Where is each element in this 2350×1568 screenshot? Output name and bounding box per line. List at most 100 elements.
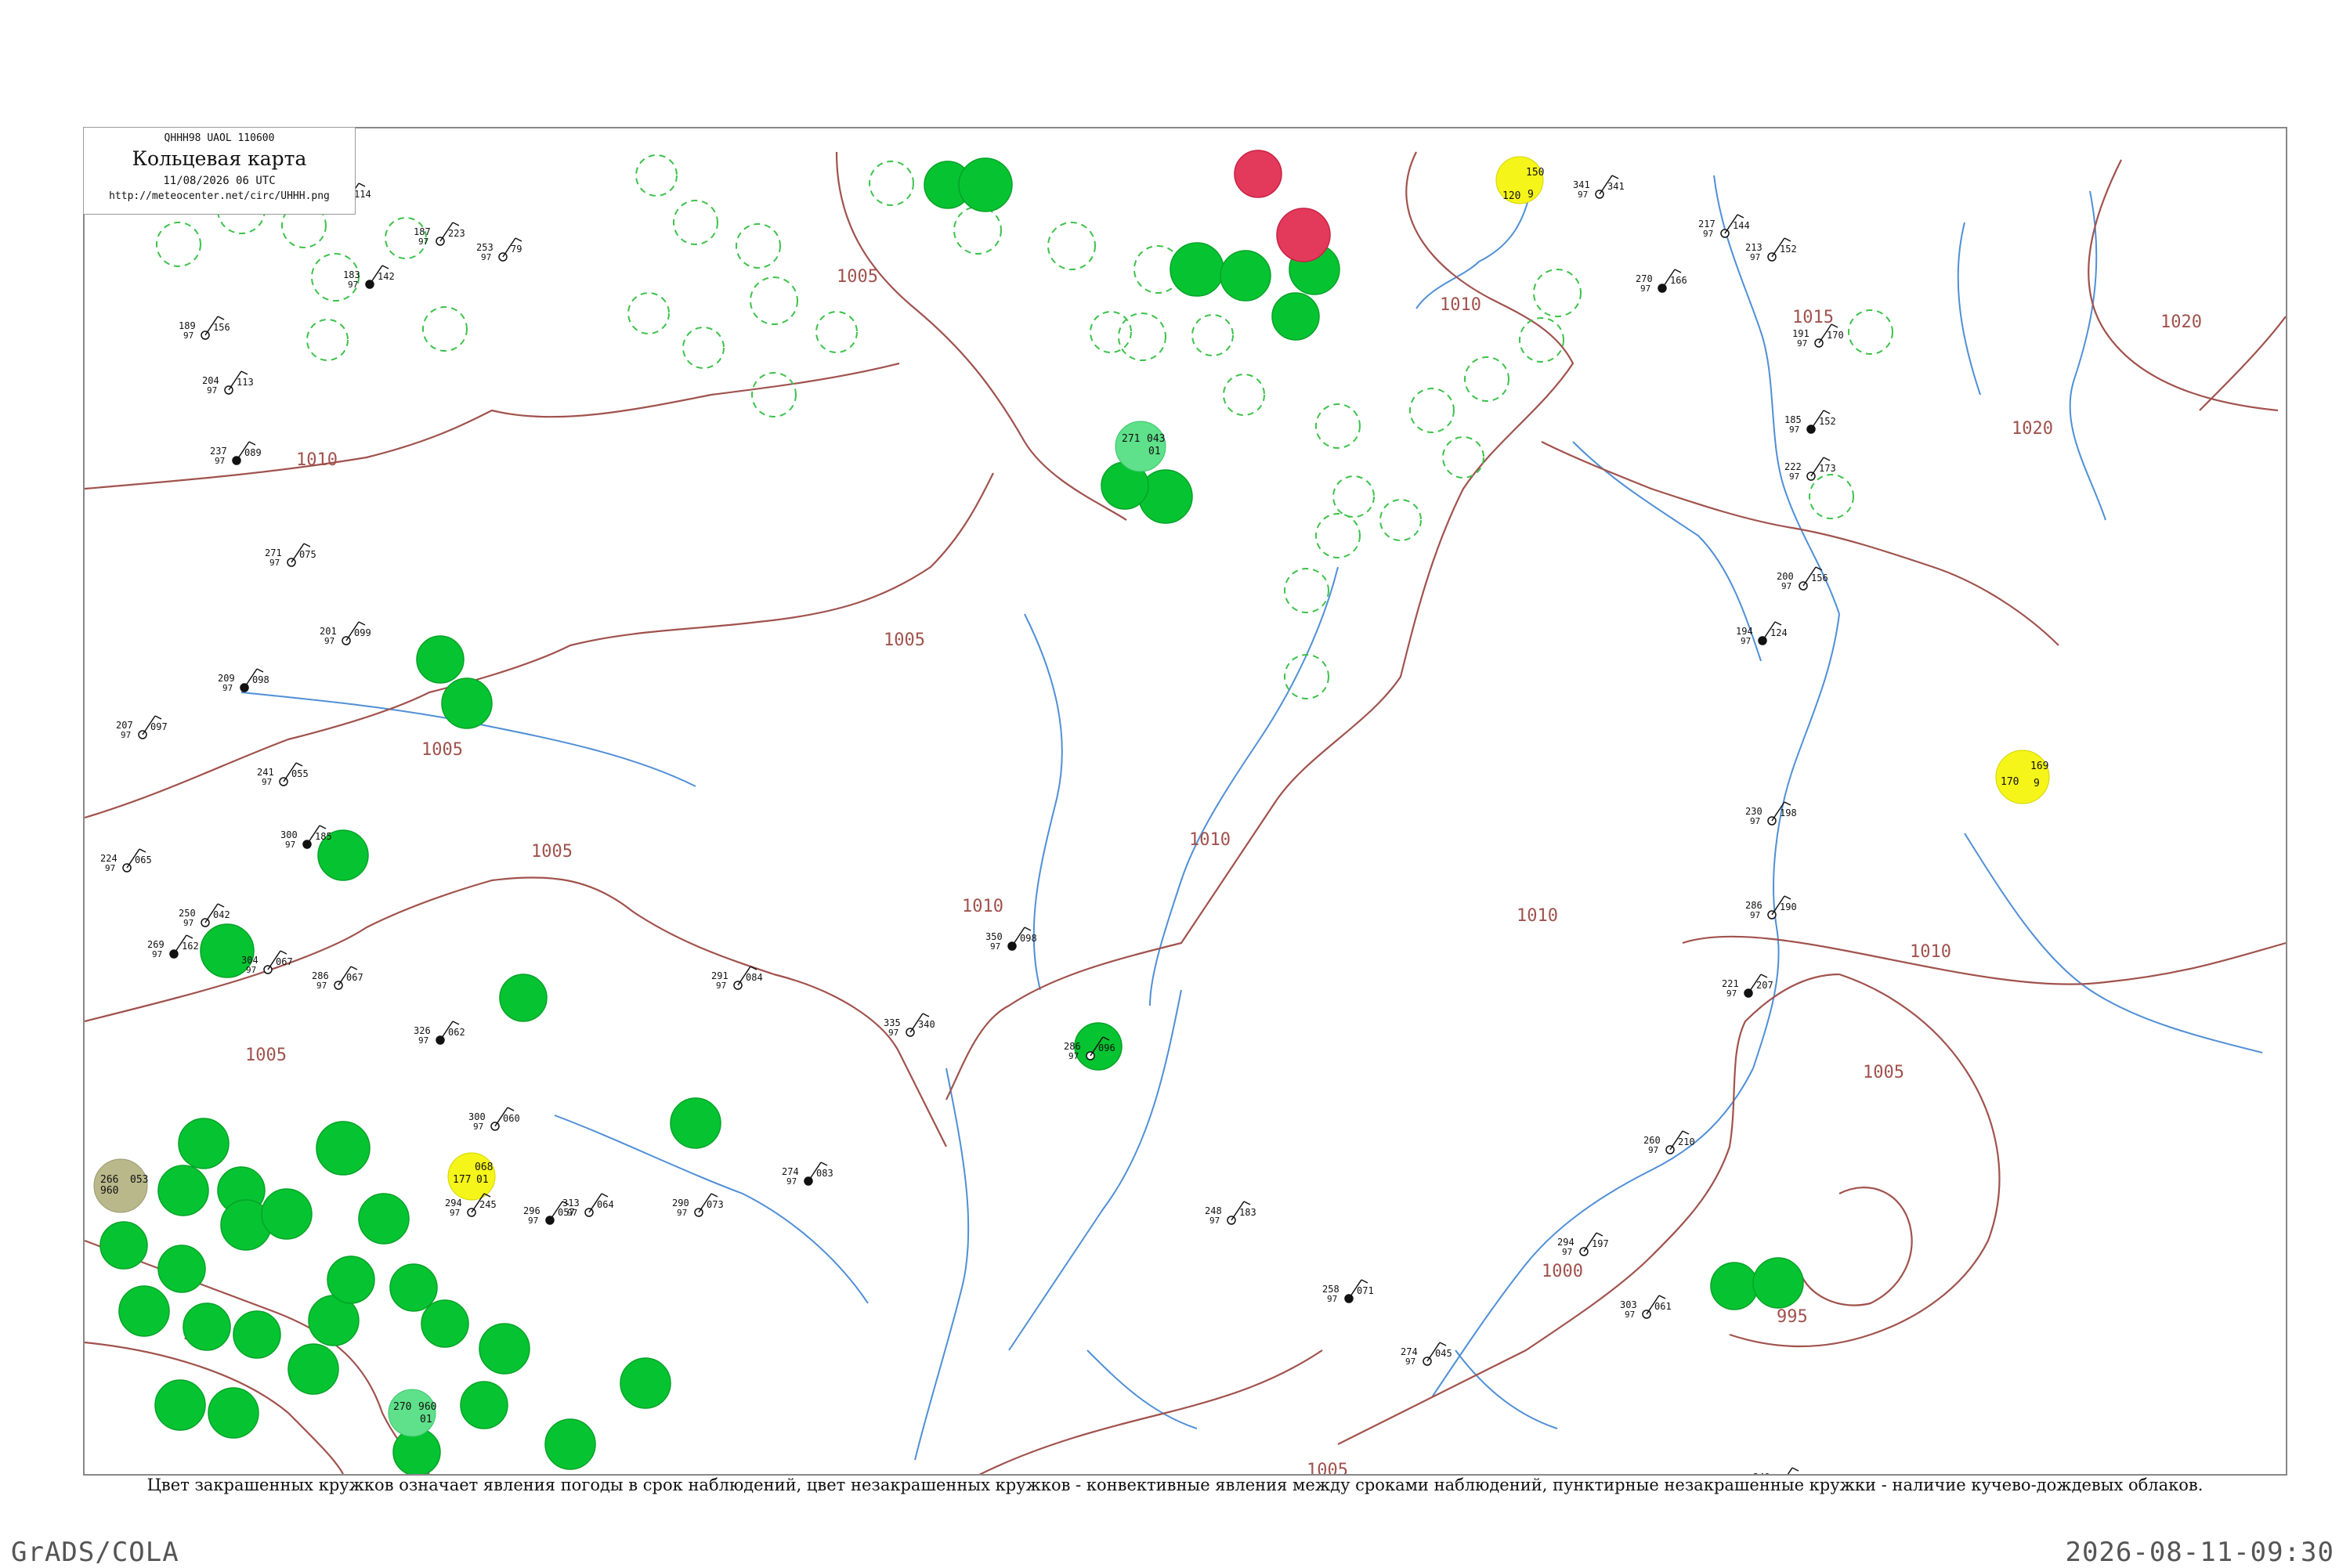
station-dewpoint: 97 [215, 456, 225, 466]
circle-press: 043 [1147, 433, 1165, 445]
station-model: 27097 166 [1636, 269, 1687, 294]
station-model: 22197 207 [1722, 974, 1773, 999]
station-dewpoint: 97 [207, 385, 217, 396]
station-pressure: 144 [1733, 220, 1750, 231]
station-model: 30097 060 [468, 1107, 520, 1132]
station-temp: 286 [312, 970, 329, 981]
isobar-label: 1010 [1189, 830, 1231, 850]
isobar-label: 1005 [421, 740, 463, 760]
station-dewpoint: 97 [348, 280, 358, 290]
wind-barb-feather [1784, 237, 1791, 242]
station-dewpoint: 97 [418, 237, 428, 247]
station-pressure: 341 [1607, 181, 1625, 192]
station-pressure: 245 [479, 1199, 497, 1210]
wind-barb-feather [154, 715, 162, 720]
station-model: 20497 113 [202, 370, 254, 396]
station-model: 28697 190 [1745, 895, 1797, 920]
station-pressure: 197 [1592, 1238, 1609, 1249]
station-model: 30497 067 [241, 950, 293, 975]
station-pressure: 170 [1827, 330, 1844, 341]
station-temp: 249 [1753, 1472, 1770, 1474]
circle-extra: 9 [1528, 189, 1534, 201]
station-temp: 185 [1784, 414, 1802, 425]
station-pressure: 166 [1670, 275, 1687, 286]
station-model: 18997 156 [179, 316, 230, 341]
isobar-label: 1020 [2012, 419, 2053, 439]
station-pressure: 096 [1098, 1042, 1115, 1053]
special-circle: 170 169 9 [1995, 750, 2050, 804]
station-dewpoint: 97 [1625, 1310, 1635, 1320]
isobar-label: 995 [1777, 1307, 1808, 1327]
station-temp: 296 [523, 1205, 540, 1216]
station-model: 29097 073 [672, 1193, 724, 1218]
wind-barb-feather [1024, 927, 1032, 931]
wind-barb-feather [256, 668, 264, 673]
wind-barb-feather [186, 934, 193, 939]
station-model: 20997 098 [218, 668, 269, 693]
wind-barb-feather [1774, 621, 1782, 626]
wind-barb-feather [452, 1021, 460, 1025]
isobar-label: 1010 [296, 450, 338, 470]
station-dewpoint: 97 [1789, 471, 1799, 482]
station-temp: 230 [1745, 806, 1762, 817]
wind-barb-feather [1243, 1201, 1251, 1205]
circle-temp: 170 [2001, 776, 2019, 788]
circle-extra: 9 [2034, 778, 2040, 789]
wind-barb-feather [1823, 410, 1831, 414]
map-frame: 1005 1010 1005 1005 1005 1005 1010 1010 … [83, 127, 2287, 1476]
station-model: 25897 071 [1322, 1279, 1374, 1304]
circle-press: 960 [418, 1401, 436, 1413]
station-temp: 201 [320, 626, 337, 637]
station-dewpoint: 97 [786, 1176, 797, 1187]
station-pressure: 060 [503, 1113, 520, 1124]
observation-time: 11/08/2026 06 UTC [163, 175, 276, 187]
special-circle: 270 960 01 [388, 1389, 436, 1437]
render-timestamp: 2026-08-11-09:30 [2065, 1537, 2334, 1568]
wind-barb-feather [295, 762, 303, 767]
source-url[interactable]: http://meteocenter.net/circ/UHHH.png [84, 190, 355, 202]
isobar-label: 1010 [1910, 942, 1951, 962]
station-temp: 269 [147, 939, 164, 950]
bulletin-code: QHHH98 UAOL 110600 [164, 132, 275, 144]
station-dewpoint: 97 [418, 1035, 428, 1046]
circle-extra: 053 [130, 1174, 148, 1186]
station-dewpoint: 97 [1068, 1051, 1079, 1061]
wind-barb-feather [507, 1107, 515, 1111]
station-dewpoint: 97 [246, 965, 256, 975]
station-dewpoint: 97 [473, 1122, 483, 1132]
station-pressure: 067 [346, 972, 363, 983]
station-model: 20797 097 [116, 715, 168, 740]
station-temp: 241 [257, 767, 274, 778]
station-pressure: 061 [1654, 1301, 1672, 1312]
station-temp: 303 [1620, 1299, 1637, 1310]
station-pressure: 114 [354, 189, 371, 200]
station-model: 30397 061 [1620, 1295, 1672, 1320]
station-dewpoint: 97 [888, 1028, 898, 1038]
station-pressure: 113 [237, 377, 254, 388]
station-temp: 217 [1698, 219, 1716, 229]
wind-barb-feather [217, 903, 225, 908]
wind-barb-feather [1674, 269, 1682, 273]
station-model: 24197 055 [257, 762, 309, 787]
station-model: 22297 173 [1784, 457, 1836, 482]
wind-barb-feather [358, 621, 366, 626]
wind-barb-feather [710, 1193, 718, 1198]
station-dewpoint: 97 [262, 777, 272, 787]
station-model: 24997998 [1753, 1467, 1805, 1474]
wind-barb-feather [303, 543, 311, 547]
station-pressure: 055 [291, 768, 309, 779]
station-model: 34197341 [1573, 175, 1625, 200]
station-dewpoint: 97 [528, 1216, 538, 1226]
special-circle: 177 068 01 [447, 1152, 496, 1201]
station-pressure: 089 [244, 447, 262, 458]
station-pressure: 142 [378, 271, 395, 282]
station-pressure: 156 [213, 322, 230, 333]
wind-barb-feather [1596, 1232, 1603, 1237]
station-dewpoint: 97 [1726, 988, 1737, 999]
station-temp: 258 [1322, 1284, 1340, 1295]
wind-barb-feather [1760, 974, 1768, 978]
station-pressure: 124 [1770, 627, 1788, 638]
station-model: 22497 065 [100, 848, 152, 873]
wind-barb-feather [240, 370, 248, 375]
station-temp: 248 [1205, 1205, 1222, 1216]
